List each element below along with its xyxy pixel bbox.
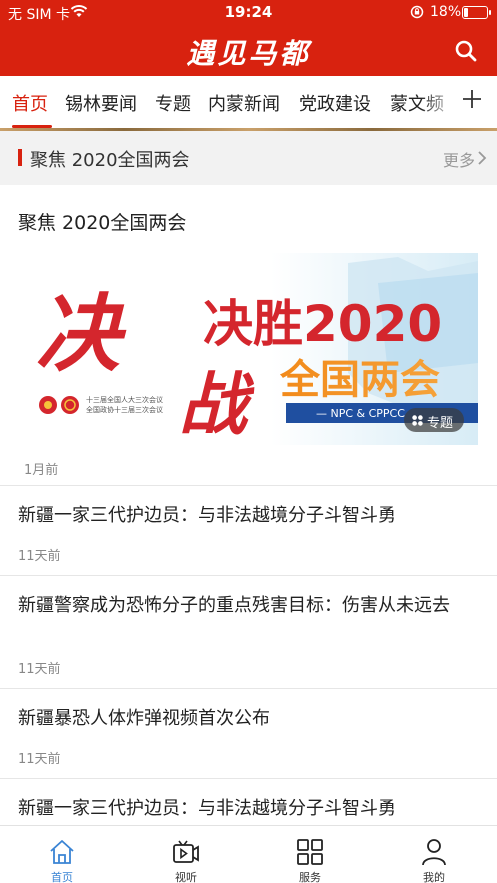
tab-fade xyxy=(420,76,460,128)
battery-icon xyxy=(462,6,491,19)
banner-tagline: — NPC & CPPCC xyxy=(316,407,405,420)
feature-time: 1月前 xyxy=(24,463,59,478)
app-title: 遇见马都 xyxy=(186,37,311,70)
home-icon[interactable] xyxy=(47,837,77,867)
battery-fill xyxy=(464,8,468,17)
banner-big-char-2: 战 xyxy=(179,366,255,445)
banner-small-line-1: 十三届全国人大三次会议 xyxy=(86,395,163,404)
national-emblem-star xyxy=(44,401,52,409)
news-title[interactable]: 新疆一家三代护边员：与非法越境分子斗智斗勇 xyxy=(18,503,479,529)
nav-services-label[interactable]: 服务 xyxy=(248,869,372,883)
tab-row: 首页 锡林要闻 专题 内蒙新闻 党政建设 蒙文频 xyxy=(0,76,450,128)
rotation-lock-icon xyxy=(410,5,424,19)
channel-tabs: 首页 锡林要闻 专题 内蒙新闻 党政建设 蒙文频 xyxy=(0,76,497,131)
section-marker xyxy=(18,149,22,166)
user-icon[interactable] xyxy=(419,837,449,867)
nav-media-label[interactable]: 视听 xyxy=(124,869,248,883)
banner-small-line-2: 全国政协十三届三次会议 xyxy=(86,405,163,414)
banner-sub-text: 全国两会 xyxy=(279,357,440,403)
feature-headline[interactable]: 聚焦 2020全国两会 xyxy=(18,208,186,235)
section-title: 聚焦 2020全国两会 xyxy=(30,150,190,171)
more-link[interactable]: 更多 xyxy=(443,147,475,171)
feature-card[interactable]: 聚焦 2020全国两会 决 战 决胜2020 全国两会 十三届全国人大三次会议 … xyxy=(0,185,497,485)
status-bar: 无 SIM 卡 19:24 18% xyxy=(0,0,497,26)
chevron-right-icon[interactable] xyxy=(477,151,487,165)
topic-tag-label: 专题 xyxy=(427,416,454,431)
battery-percent: 18% xyxy=(430,4,462,20)
tab-xilin-news[interactable]: 锡林要闻 xyxy=(65,90,137,116)
nav-me[interactable]: 我的 xyxy=(372,826,496,883)
news-item[interactable]: 新疆一家三代护边员：与非法越境分子斗智斗勇 11天前 xyxy=(0,486,497,575)
tab-inner-mongolia-news[interactable]: 内蒙新闻 xyxy=(208,90,280,116)
news-time: 11天前 xyxy=(18,752,61,767)
news-title[interactable]: 新疆一家三代护边员：与非法越境分子斗智斗勇 xyxy=(18,796,479,822)
news-item[interactable]: 新疆警察成为恐怖分子的重点残害目标：伤害从未远去 11天前 xyxy=(0,576,497,688)
video-icon[interactable] xyxy=(171,837,201,867)
news-title[interactable]: 新疆暴恐人体炸弹视频首次公布 xyxy=(18,706,479,732)
grid-icon[interactable] xyxy=(295,837,325,867)
tab-special[interactable]: 专题 xyxy=(155,90,191,116)
topic-tag-icon xyxy=(412,415,423,426)
news-time: 11天前 xyxy=(18,549,61,564)
cppcc-emblem-icon xyxy=(61,396,79,414)
search-icon[interactable] xyxy=(453,38,479,64)
topic-tag: 专题 xyxy=(404,408,464,432)
nav-me-label[interactable]: 我的 xyxy=(372,869,496,883)
banner-big-char-1: 决 xyxy=(36,285,127,383)
nav-services[interactable]: 服务 xyxy=(248,826,372,883)
news-time: 11天前 xyxy=(18,662,61,677)
tab-party-building[interactable]: 党政建设 xyxy=(299,90,371,116)
app-header: 遇见马都 xyxy=(0,26,497,76)
nav-home[interactable]: 首页 xyxy=(0,826,124,883)
add-channel-icon[interactable] xyxy=(461,88,483,110)
tab-home[interactable]: 首页 xyxy=(12,90,48,116)
news-title[interactable]: 新疆警察成为恐怖分子的重点残害目标：伤害从未远去 xyxy=(18,593,479,619)
section-header: 聚焦 2020全国两会 更多 xyxy=(0,131,497,185)
news-item[interactable]: 新疆一家三代护边员：与非法越境分子斗智斗勇 xyxy=(0,779,497,825)
nav-media[interactable]: 视听 xyxy=(124,826,248,883)
nav-home-label[interactable]: 首页 xyxy=(0,869,124,883)
banner-main-text: 决胜2020 xyxy=(203,295,442,353)
bottom-nav: 首页 视听 服务 我的 xyxy=(0,825,497,883)
news-item[interactable]: 新疆暴恐人体炸弹视频首次公布 11天前 xyxy=(0,689,497,778)
